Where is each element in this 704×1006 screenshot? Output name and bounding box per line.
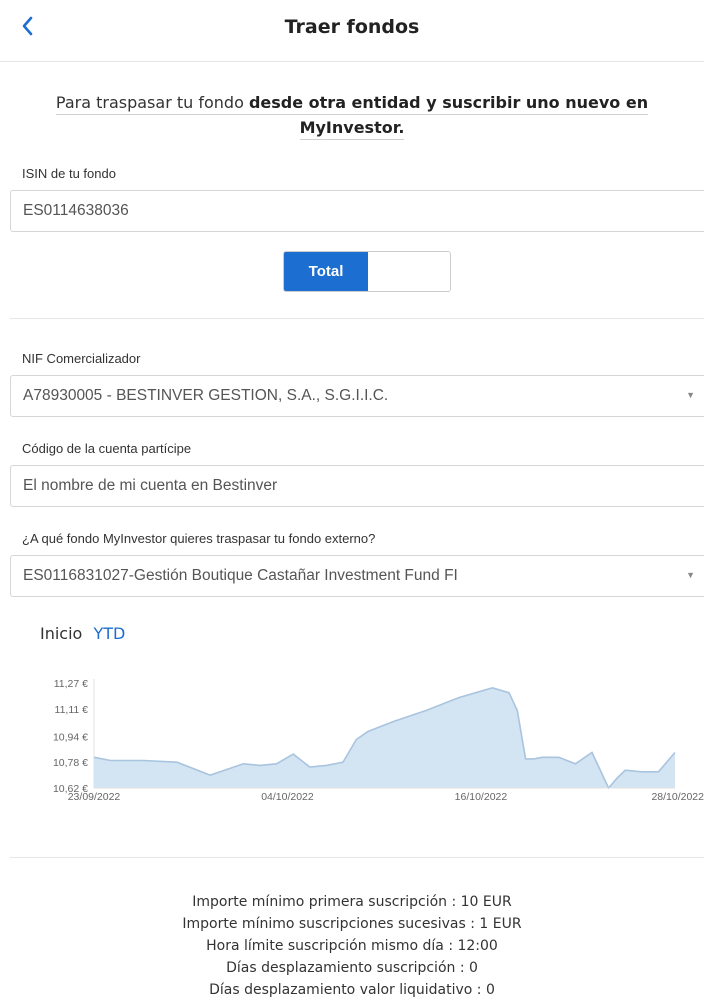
isin-input[interactable]: ES0114638036 [10, 190, 704, 232]
top-bar: Traer fondos [0, 0, 704, 62]
caret-down-icon: ▼ [686, 390, 695, 400]
transfer-type-toggle: Total [283, 251, 451, 292]
nif-label: NIF Comercializador [22, 351, 141, 366]
nif-value: A78930005 - BESTINVER GESTION, S.A., S.G… [23, 387, 389, 404]
y-tick-label: 11,11 € [55, 704, 89, 716]
target-fund-select[interactable]: ES0116831027-Gestión Boutique Castañar I… [10, 555, 704, 597]
total-option[interactable]: Total [284, 252, 368, 291]
page-title: Traer fondos [284, 16, 420, 38]
intro-bold-2: MyInvestor. [299, 118, 405, 137]
divider [10, 857, 704, 858]
tab-ytd[interactable]: YTD [93, 624, 125, 643]
x-tick-label: 28/10/2022 [651, 791, 704, 803]
x-tick-label: 04/10/2022 [261, 791, 314, 803]
y-tick-label: 10,94 € [53, 731, 88, 743]
target-fund-value: ES0116831027-Gestión Boutique Castañar I… [23, 567, 458, 584]
target-fund-label: ¿A qué fondo MyInvestor quieres traspasa… [22, 531, 376, 546]
info-line: Importe mínimo suscripciones sucesivas :… [182, 916, 522, 932]
x-tick-label: 23/09/2022 [68, 791, 121, 803]
price-chart: 11,27 €11,11 €10,94 €10,78 €10,62 €23/09… [53, 678, 704, 803]
chart-period-tabs: Inicio YTD [40, 624, 131, 643]
intro-plain: Para traspasar tu fondo [55, 93, 249, 112]
account-code-value: El nombre de mi cuenta en Bestinver [23, 477, 278, 494]
intro-line-2: MyInvestor. [299, 118, 405, 140]
x-tick-label: 16/10/2022 [455, 791, 508, 803]
partial-option[interactable] [368, 252, 450, 291]
caret-down-icon: ▼ [686, 570, 695, 580]
fund-info: Importe mínimo primera suscripción : 10 … [0, 891, 704, 1001]
info-line: Importe mínimo primera suscripción : 10 … [192, 894, 512, 910]
isin-label: ISIN de tu fondo [22, 166, 116, 181]
info-line: Hora límite suscripción mismo día : 12:0… [206, 938, 498, 954]
isin-value: ES0114638036 [23, 202, 129, 219]
y-tick-label: 10,78 € [53, 757, 88, 769]
account-code-input[interactable]: El nombre de mi cuenta en Bestinver [10, 465, 704, 507]
info-line: Días desplazamiento suscripción : 0 [226, 960, 478, 976]
tab-inicio[interactable]: Inicio [40, 624, 82, 643]
intro-line-1: Para traspasar tu fondo desde otra entid… [55, 93, 649, 115]
divider [10, 318, 704, 319]
nif-select[interactable]: A78930005 - BESTINVER GESTION, S.A., S.G… [10, 375, 704, 417]
intro-text: Para traspasar tu fondo desde otra entid… [40, 90, 664, 140]
intro-bold-1: desde otra entidad y suscribir uno nuevo… [248, 93, 649, 112]
y-tick-label: 11,27 € [54, 678, 88, 690]
series-area [94, 687, 675, 788]
info-line: Días desplazamiento valor liquidativo : … [209, 982, 495, 998]
account-code-label: Código de la cuenta partícipe [22, 441, 192, 456]
